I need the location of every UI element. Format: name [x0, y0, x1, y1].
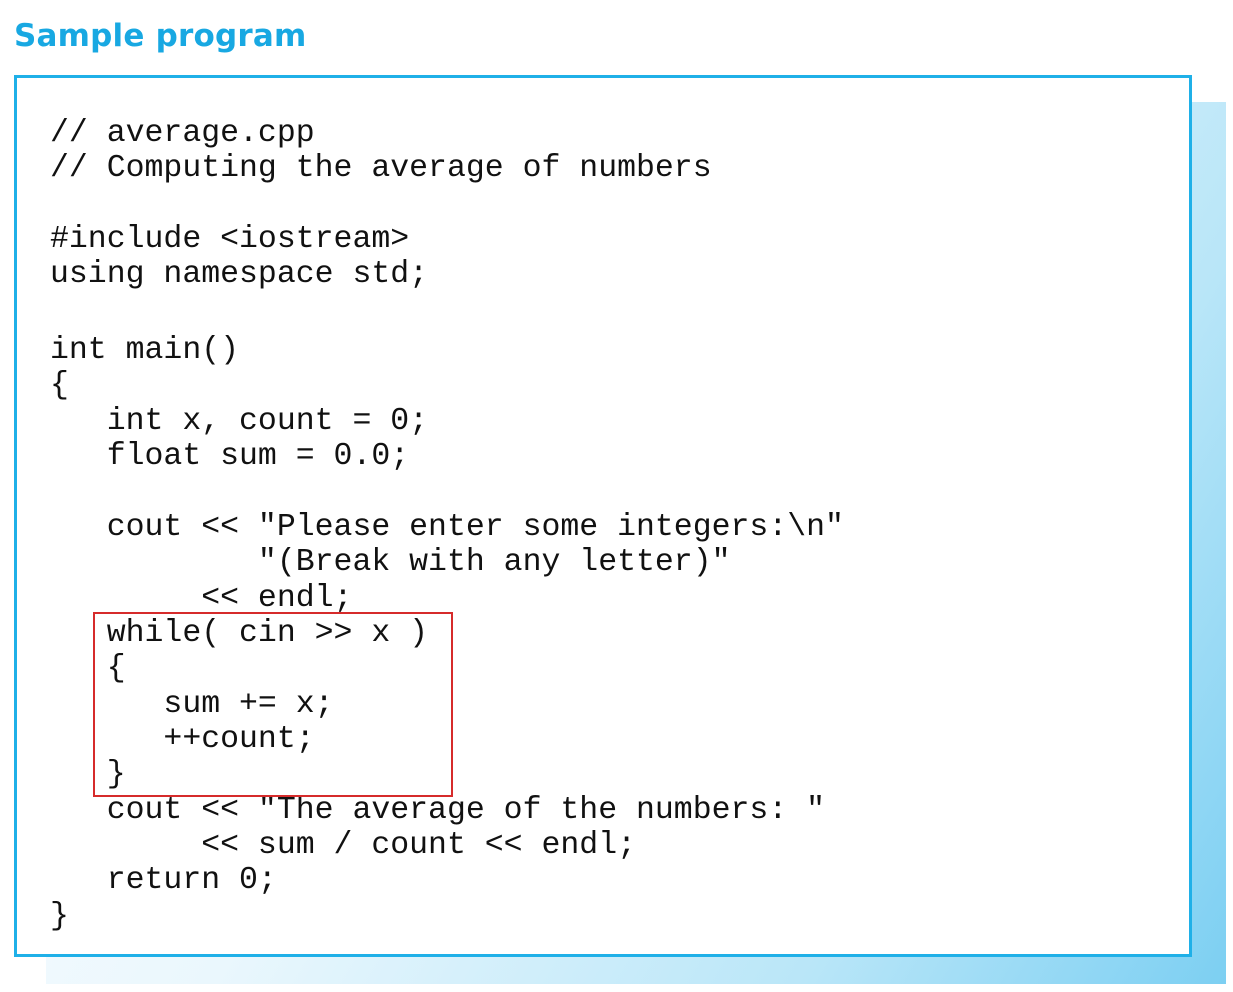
code-line: {: [50, 368, 69, 403]
code-line: }: [50, 899, 69, 934]
code-frame: // average.cpp // Computing the average …: [14, 75, 1192, 957]
code-line: "(Break with any letter)": [50, 545, 731, 580]
code-line: cout << "Please enter some integers:\n": [50, 510, 844, 545]
code-line: return 0;: [50, 863, 277, 898]
code-line: cout << "The average of the numbers: ": [50, 793, 826, 828]
code-line: int x, count = 0;: [50, 404, 429, 439]
code-line: // Computing the average of numbers: [50, 151, 712, 186]
code-line: int main(): [50, 333, 240, 368]
code-line: float sum = 0.0;: [50, 439, 410, 474]
code-line: // average.cpp: [50, 116, 315, 151]
while-loop-highlight-box: [93, 612, 453, 797]
code-line: << sum / count << endl;: [50, 828, 636, 863]
code-line: << endl;: [50, 581, 353, 616]
code-line: #include <iostream>: [50, 222, 410, 257]
page: Sample program // average.cpp // Computi…: [0, 0, 1233, 992]
section-title: Sample program: [14, 18, 307, 54]
code-line: using namespace std;: [50, 257, 429, 292]
